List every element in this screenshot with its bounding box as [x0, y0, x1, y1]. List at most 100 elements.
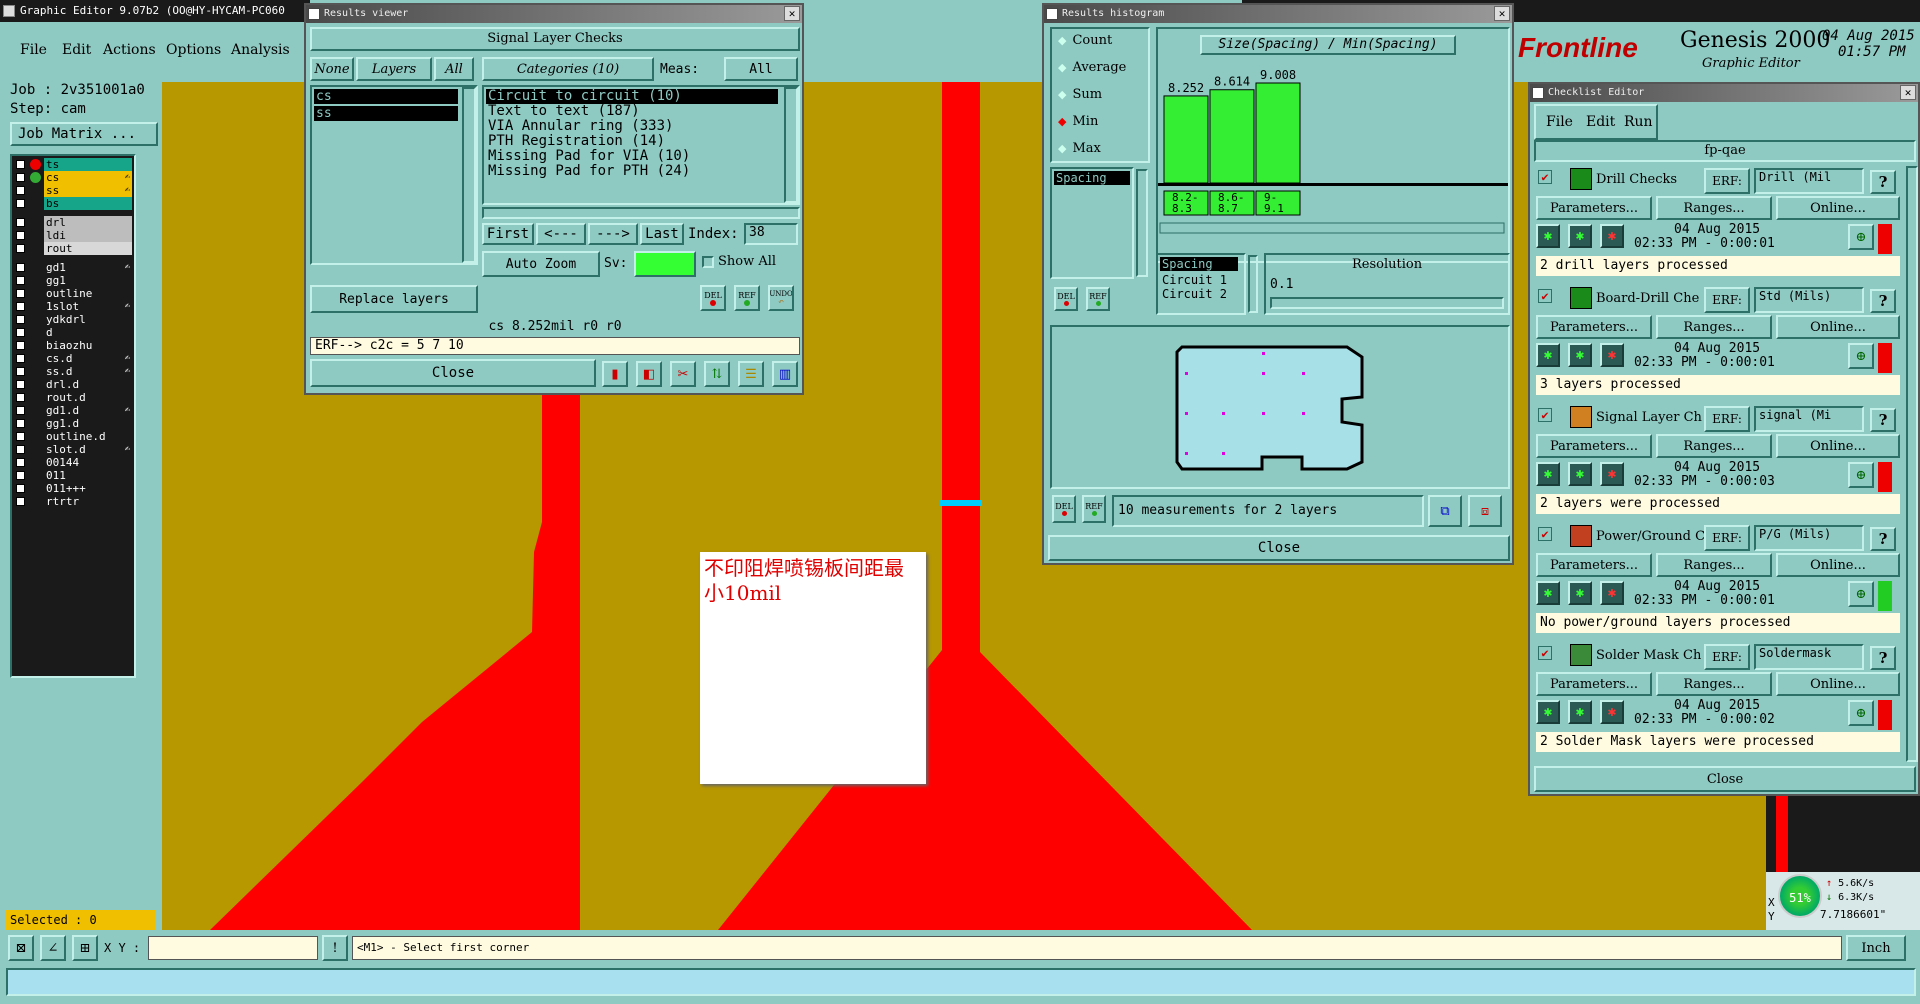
run-icon[interactable]: ✱	[1536, 581, 1560, 605]
option-max[interactable]: ◆ Max	[1058, 141, 1101, 156]
run-step-icon[interactable]: ✱	[1568, 343, 1592, 367]
layer-row[interactable]: ydkdrl	[14, 313, 132, 326]
layer-row[interactable]: 00144	[14, 456, 132, 469]
hist-bar[interactable]	[1163, 95, 1209, 184]
zoom-select-icon[interactable]: ⧈	[1468, 495, 1502, 527]
check-label[interactable]: Signal Layer Ch	[1596, 410, 1704, 425]
layer-checkbox[interactable]	[16, 471, 25, 480]
run-icon[interactable]: ✱	[1536, 700, 1560, 724]
ranges-button[interactable]: Ranges...	[1656, 434, 1772, 458]
job-matrix-button[interactable]: Job Matrix ...	[10, 122, 158, 146]
cl-menu-run[interactable]: Run	[1624, 114, 1653, 130]
rv-close-button[interactable]: Close	[310, 359, 596, 387]
rv-tool-1-icon[interactable]: ▮	[602, 361, 628, 387]
all-button[interactable]: All	[434, 57, 474, 81]
erf-select[interactable]: Std (Mils)	[1754, 287, 1864, 313]
parameters-button[interactable]: Parameters...	[1536, 196, 1652, 220]
help-button[interactable]: ?	[1870, 170, 1896, 194]
hist-bar[interactable]	[1209, 89, 1255, 184]
meas-select[interactable]: All	[724, 57, 798, 81]
online-button[interactable]: Online...	[1776, 315, 1900, 339]
cl-scrollbar[interactable]	[1906, 166, 1918, 762]
hist-bar[interactable]	[1255, 82, 1301, 184]
menu-options[interactable]: Options	[166, 42, 221, 58]
layer-checkbox[interactable]	[16, 244, 25, 253]
nav-last[interactable]: Last	[640, 223, 684, 245]
layer-row[interactable]: ss ✍	[14, 184, 132, 197]
cl-menu-file[interactable]: File	[1546, 114, 1573, 130]
layer-checkbox[interactable]	[16, 231, 25, 240]
run-icon[interactable]: ✱	[1536, 343, 1560, 367]
radio-icon[interactable]: ◆	[1058, 34, 1066, 47]
meas-item-circuit-1[interactable]: Circuit 1	[1158, 273, 1244, 287]
parameters-button[interactable]: Parameters...	[1536, 315, 1652, 339]
help-button[interactable]: ?	[1870, 408, 1896, 432]
layer-row[interactable]: cs ✍	[14, 171, 132, 184]
stop-icon[interactable]: ✱	[1600, 581, 1624, 605]
check-enable-checkbox[interactable]: ✔	[1538, 408, 1552, 422]
xy-input[interactable]	[148, 936, 318, 960]
radio-icon[interactable]: ◆	[1058, 61, 1066, 74]
run-step-icon[interactable]: ✱	[1568, 581, 1592, 605]
undo-button[interactable]: UNDO ↶	[768, 285, 794, 311]
check-label[interactable]: Solder Mask Ch	[1596, 648, 1704, 663]
layer-checkbox[interactable]	[16, 393, 25, 402]
parameters-button[interactable]: Parameters...	[1536, 553, 1652, 577]
layer-checkbox[interactable]	[16, 445, 25, 454]
auto-zoom-select[interactable]: Auto Zoom	[482, 251, 600, 277]
online-button[interactable]: Online...	[1776, 434, 1900, 458]
measure-icon[interactable]: ∠	[40, 935, 66, 961]
category-item[interactable]: Circuit to circuit (10)	[486, 89, 778, 104]
close-icon[interactable]: ✕	[1494, 6, 1510, 21]
layer-row[interactable]: ss.d ✍	[14, 365, 132, 378]
category-item[interactable]: Missing Pad for PTH (24)	[486, 164, 778, 179]
menu-actions[interactable]: Actions	[103, 42, 156, 58]
check-label[interactable]: Board-Drill Che	[1596, 291, 1704, 306]
check-enable-checkbox[interactable]: ✔	[1538, 527, 1552, 541]
layer-checkbox[interactable]	[16, 432, 25, 441]
menu-analysis[interactable]: Analysis	[231, 42, 290, 58]
rv-tool-2-icon[interactable]: ◧	[636, 361, 662, 387]
ranges-button[interactable]: Ranges...	[1656, 315, 1772, 339]
parameters-button[interactable]: Parameters...	[1536, 434, 1652, 458]
ranges-button[interactable]: Ranges...	[1656, 196, 1772, 220]
layer-row[interactable]: bs	[14, 197, 132, 210]
zoom-fit-icon[interactable]: ⧉	[1428, 495, 1462, 527]
online-button[interactable]: Online...	[1776, 672, 1900, 696]
rv-layer-scrollbar[interactable]	[462, 87, 476, 263]
layer-checkbox[interactable]	[16, 354, 25, 363]
option-average[interactable]: ◆ Average	[1058, 60, 1126, 75]
layer-row[interactable]: drl.d	[14, 378, 132, 391]
layer-checkbox[interactable]	[16, 328, 25, 337]
check-enable-checkbox[interactable]: ✔	[1538, 170, 1552, 184]
layer-checkbox[interactable]	[16, 199, 25, 208]
layer-row[interactable]: ts	[14, 158, 132, 171]
show-all-checkbox[interactable]	[702, 256, 714, 268]
layer-row[interactable]: slot.d ✍	[14, 443, 132, 456]
meas-item-circuit-2[interactable]: Circuit 2	[1158, 287, 1244, 301]
layer-checkbox[interactable]	[16, 419, 25, 428]
hist-hscroll[interactable]	[1159, 222, 1505, 234]
cl-menu-edit[interactable]: Edit	[1586, 114, 1615, 130]
rv-tool-5-icon[interactable]: ☰	[738, 361, 764, 387]
cl-close-button[interactable]: Close	[1534, 766, 1916, 792]
del-button[interactable]: DEL	[700, 285, 726, 311]
option-sum[interactable]: ◆ Sum	[1058, 87, 1102, 102]
resolution-slider[interactable]	[1270, 297, 1504, 309]
layer-checkbox[interactable]	[16, 160, 25, 169]
zoom-result-icon[interactable]: ⊕	[1848, 700, 1874, 726]
check-label[interactable]: Power/Ground C	[1596, 529, 1704, 544]
preview-del-button[interactable]: DEL	[1052, 495, 1076, 523]
layer-checkbox[interactable]	[16, 186, 25, 195]
layer-row[interactable]: rtrtr	[14, 495, 132, 508]
category-item[interactable]: PTH Registration (14)	[486, 134, 778, 149]
run-step-icon[interactable]: ✱	[1568, 224, 1592, 248]
layer-checkbox[interactable]	[16, 484, 25, 493]
layer-checkbox[interactable]	[16, 263, 25, 272]
zoom-result-icon[interactable]: ⊕	[1848, 224, 1874, 250]
layer-row[interactable]: gg1.d	[14, 417, 132, 430]
online-button[interactable]: Online...	[1776, 196, 1900, 220]
help-button[interactable]: ?	[1870, 646, 1896, 670]
grid-icon[interactable]: ⊞	[72, 935, 98, 961]
layer-row[interactable]: gd1 ✍	[14, 261, 132, 274]
